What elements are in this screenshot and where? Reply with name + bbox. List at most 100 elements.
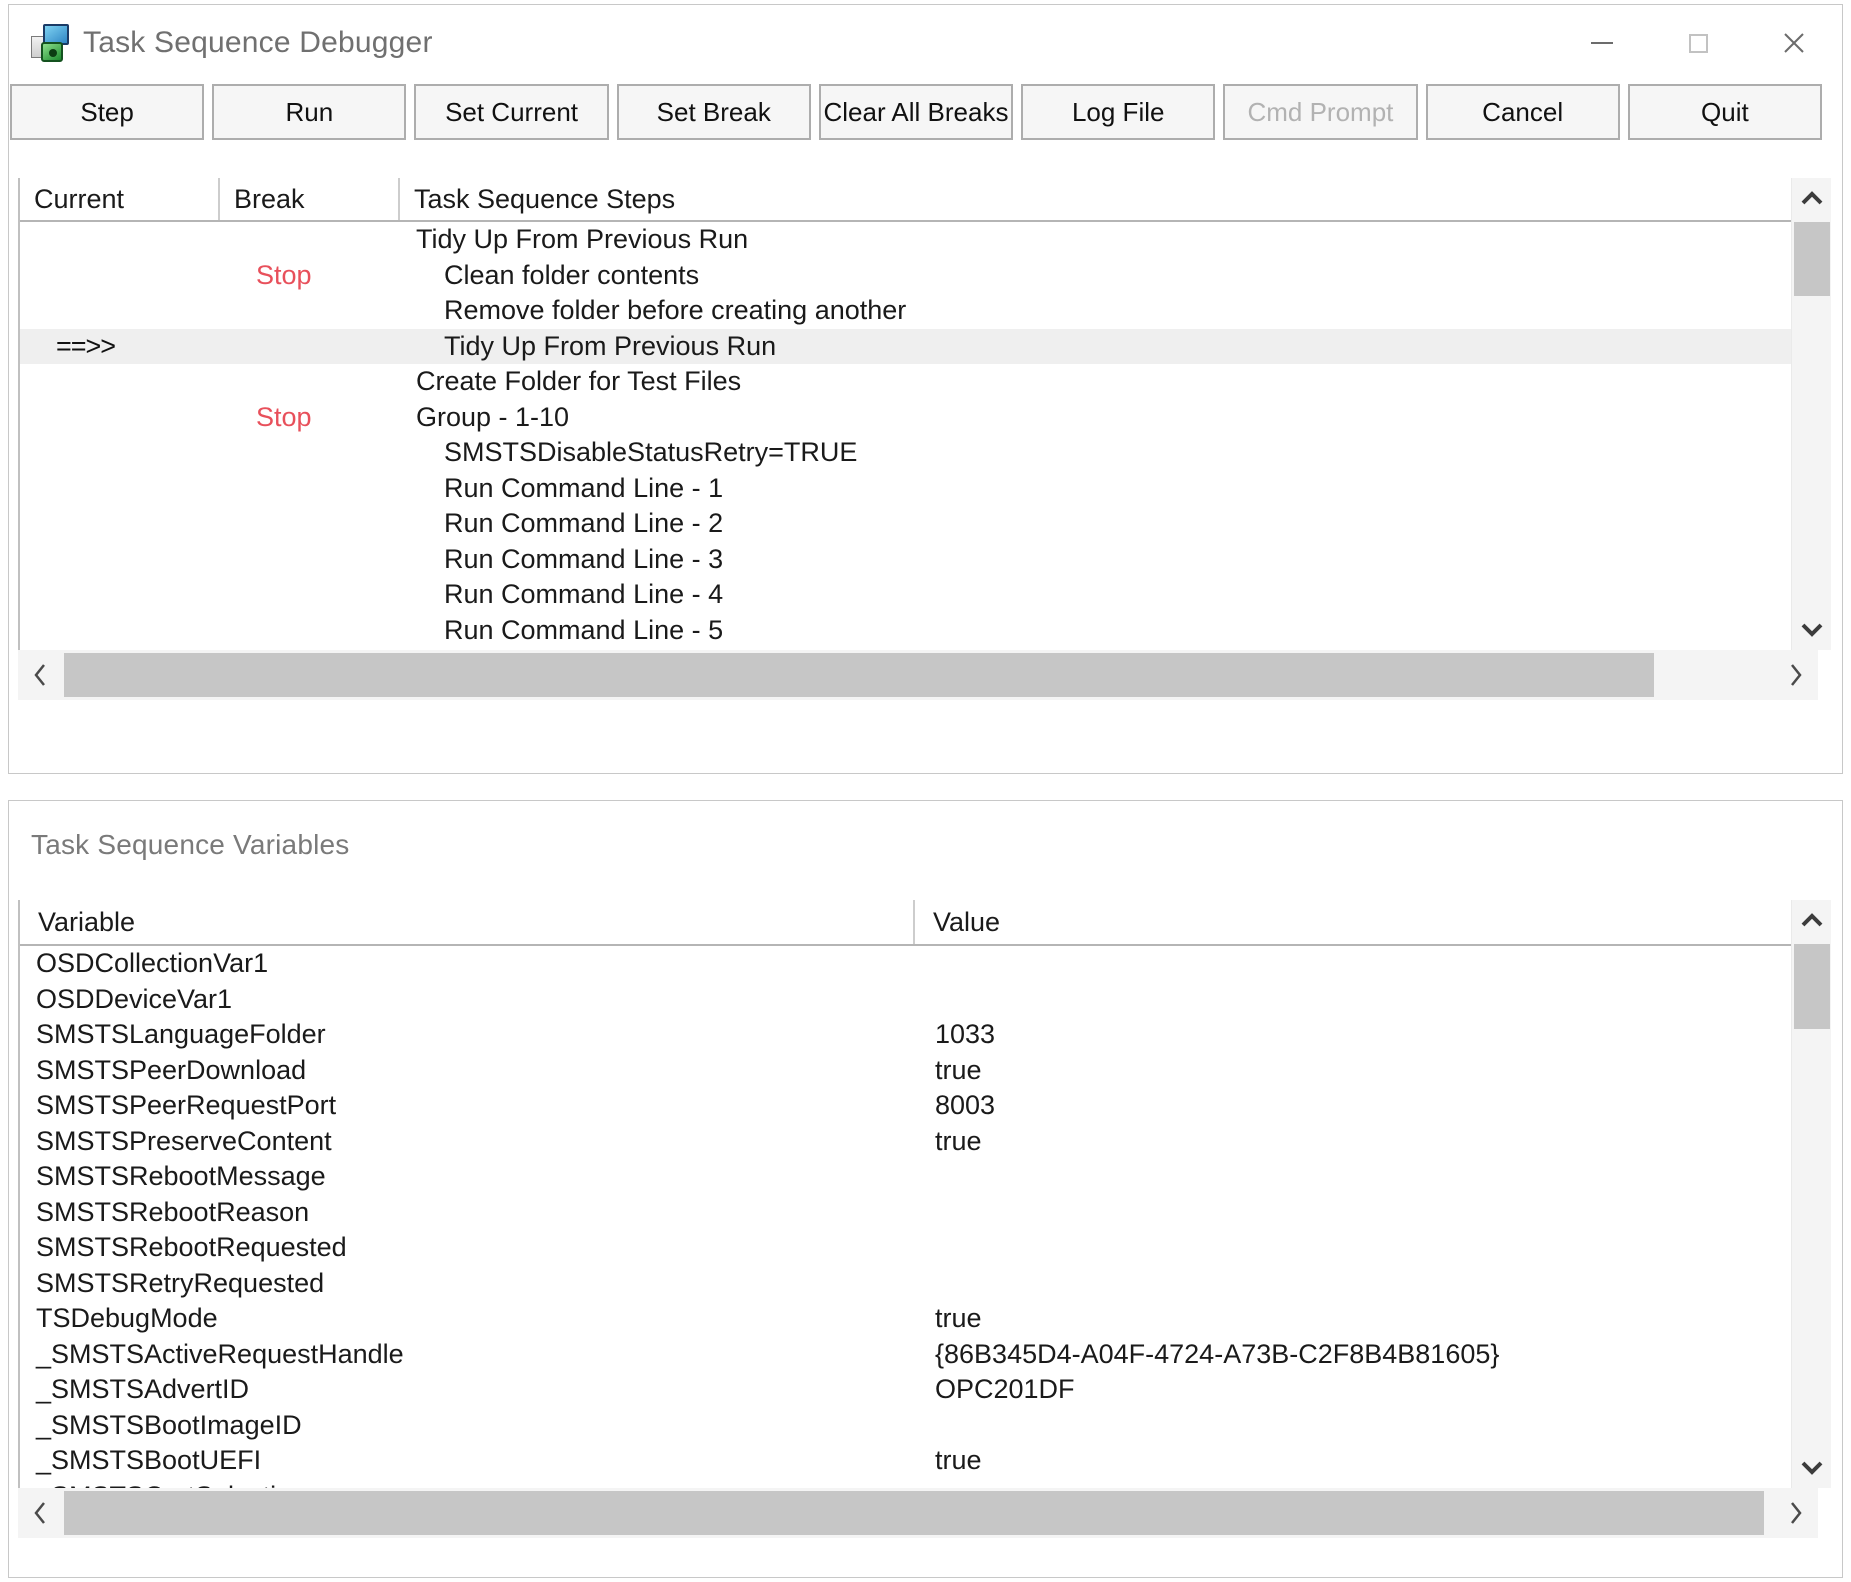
step-row[interactable]: StopGroup - 1-10 [20,400,1818,436]
variables-hscroll-thumb[interactable] [64,1491,1764,1535]
steps-scroll-thumb[interactable] [1794,222,1830,296]
task-sequence-steps-list[interactable]: Current Break Task Sequence Steps Tidy U… [18,178,1818,650]
variable-row[interactable]: _SMSTSActiveRequestHandle{86B345D4-A04F-… [20,1337,1818,1373]
variable-name: SMSTSPeerRequestPort [20,1090,915,1121]
variable-name: SMSTSPreserveContent [20,1126,915,1157]
step-row[interactable]: Run Command Line - 4 [20,577,1818,613]
variables-scroll-thumb[interactable] [1794,944,1830,1029]
chevron-left-icon[interactable] [18,1488,64,1538]
variable-row[interactable]: SMSTSPeerRequestPort8003 [20,1088,1818,1124]
variable-name: SMSTSRebootReason [20,1197,915,1228]
steps-hscroll-thumb[interactable] [64,653,1654,697]
toolbar-button-quit[interactable]: Quit [1628,84,1822,140]
steps-hscroll-track[interactable] [64,650,1772,700]
column-header-current[interactable]: Current [20,178,220,220]
close-icon[interactable] [1746,9,1842,77]
steps-vertical-scrollbar[interactable] [1791,178,1831,650]
variable-value: 8003 [915,1090,1818,1121]
variable-value: {86B345D4-A04F-4724-A73B-C2F8B4B81605} [915,1339,1818,1370]
variable-name: _SMSTSBootImageID [20,1410,915,1441]
variable-row[interactable]: OSDCollectionVar1 [20,946,1818,982]
step-current-marker: ==>> [20,331,220,362]
step-name: SMSTSDisableStatusRetry=TRUE [400,437,1818,468]
variable-value: OPC201DF [915,1374,1818,1405]
variable-name: _SMSTSAdvertID [20,1374,915,1405]
variable-row[interactable]: _SMSTSBootImageID [20,1408,1818,1444]
variable-name: _SMSTSBootUEFI [20,1445,915,1476]
toolbar-button-set-break[interactable]: Set Break [617,84,811,140]
column-header-variable[interactable]: Variable [20,900,915,944]
variable-name: OSDDeviceVar1 [20,984,915,1015]
chevron-down-icon[interactable] [1792,1446,1832,1488]
toolbar-button-step[interactable]: Step [10,84,204,140]
step-row[interactable]: Run Command Line - 2 [20,506,1818,542]
variables-vertical-scrollbar[interactable] [1791,900,1831,1488]
variable-row[interactable]: _SMSTSAdvertIDOPC201DF [20,1372,1818,1408]
variables-horizontal-scrollbar[interactable] [18,1488,1818,1538]
variable-name: TSDebugMode [20,1303,915,1334]
toolbar-button-clear-all-breaks[interactable]: Clear All Breaks [819,84,1013,140]
step-name: Tidy Up From Previous Run [400,331,1818,362]
step-row[interactable]: StopClean folder contents [20,258,1818,294]
task-sequence-variables-list[interactable]: Variable Value OSDCollectionVar1 OSDDevic… [18,900,1818,1488]
step-row[interactable]: Create Folder for Test Files [20,364,1818,400]
step-name: Run Command Line - 4 [400,579,1818,610]
variable-name: SMSTSRebootMessage [20,1161,915,1192]
variable-value: true [915,1055,1818,1086]
variable-name: SMSTSLanguageFolder [20,1019,915,1050]
chevron-up-icon[interactable] [1792,900,1832,942]
variable-row[interactable]: SMSTSRebootRequested [20,1230,1818,1266]
step-row[interactable]: Run Command Line - 1 [20,471,1818,507]
step-row[interactable]: Tidy Up From Previous Run [20,222,1818,258]
toolbar-button-cancel[interactable]: Cancel [1426,84,1620,140]
computer-monitor-icon [31,22,73,64]
variable-row[interactable]: SMSTSRebootMessage [20,1159,1818,1195]
maximize-icon[interactable] [1650,9,1746,77]
step-row[interactable]: Run Command Line - 5 [20,613,1818,649]
step-row[interactable]: Remove folder before creating another [20,293,1818,329]
column-header-break[interactable]: Break [220,178,400,220]
column-header-value[interactable]: Value [915,900,1818,944]
task-sequence-debugger-app: Task Sequence Debugger StepRunSet Curren… [0,0,1851,1582]
chevron-right-icon[interactable] [1772,650,1818,700]
variable-name: _SMSTSActiveRequestHandle [20,1339,915,1370]
minimize-icon[interactable] [1554,9,1650,77]
variable-row[interactable]: SMSTSPreserveContenttrue [20,1124,1818,1160]
variables-panel-title: Task Sequence Variables [9,801,1842,861]
toolbar-button-cmd-prompt: Cmd Prompt [1223,84,1417,140]
column-header-steps[interactable]: Task Sequence Steps [400,178,1818,220]
step-row[interactable]: ==>> Tidy Up From Previous Run [20,329,1818,365]
title-bar: Task Sequence Debugger [9,5,1842,81]
step-name: Run Command Line - 3 [400,544,1818,575]
variable-row[interactable]: SMSTSRetryRequested [20,1266,1818,1302]
variable-row[interactable]: _SMSTSBootUEFItrue [20,1443,1818,1479]
toolbar-button-log-file[interactable]: Log File [1021,84,1215,140]
variable-value: true [915,1445,1818,1476]
chevron-right-icon[interactable] [1772,1488,1818,1538]
variable-row[interactable]: SMSTSLanguageFolder1033 [20,1017,1818,1053]
step-name: Create Folder for Test Files [400,366,1818,397]
chevron-up-icon[interactable] [1792,178,1832,220]
variable-name: SMSTSPeerDownload [20,1055,915,1086]
variables-column-headers: Variable Value [20,900,1818,946]
variable-name: _SMSTSCertSelection [20,1481,915,1488]
variable-row[interactable]: _SMSTSCertSelection [20,1479,1818,1489]
toolbar-button-run[interactable]: Run [212,84,406,140]
window-title: Task Sequence Debugger [83,26,433,60]
variable-row[interactable]: SMSTSPeerDownloadtrue [20,1053,1818,1089]
variable-row[interactable]: SMSTSRebootReason [20,1195,1818,1231]
variable-value: true [915,1126,1818,1157]
step-row[interactable]: Run Command Line - 3 [20,542,1818,578]
steps-horizontal-scrollbar[interactable] [18,650,1818,700]
variables-hscroll-track[interactable] [64,1488,1772,1538]
toolbar: StepRunSet CurrentSet BreakClear All Bre… [10,84,1822,140]
variable-row[interactable]: OSDDeviceVar1 [20,982,1818,1018]
step-row[interactable]: SMSTSDisableStatusRetry=TRUE [20,435,1818,471]
chevron-down-icon[interactable] [1792,608,1832,650]
step-break-marker: Stop [220,260,400,291]
variable-name: OSDCollectionVar1 [20,948,915,979]
variable-value: true [915,1303,1818,1334]
variable-row[interactable]: TSDebugModetrue [20,1301,1818,1337]
toolbar-button-set-current[interactable]: Set Current [414,84,608,140]
chevron-left-icon[interactable] [18,650,64,700]
